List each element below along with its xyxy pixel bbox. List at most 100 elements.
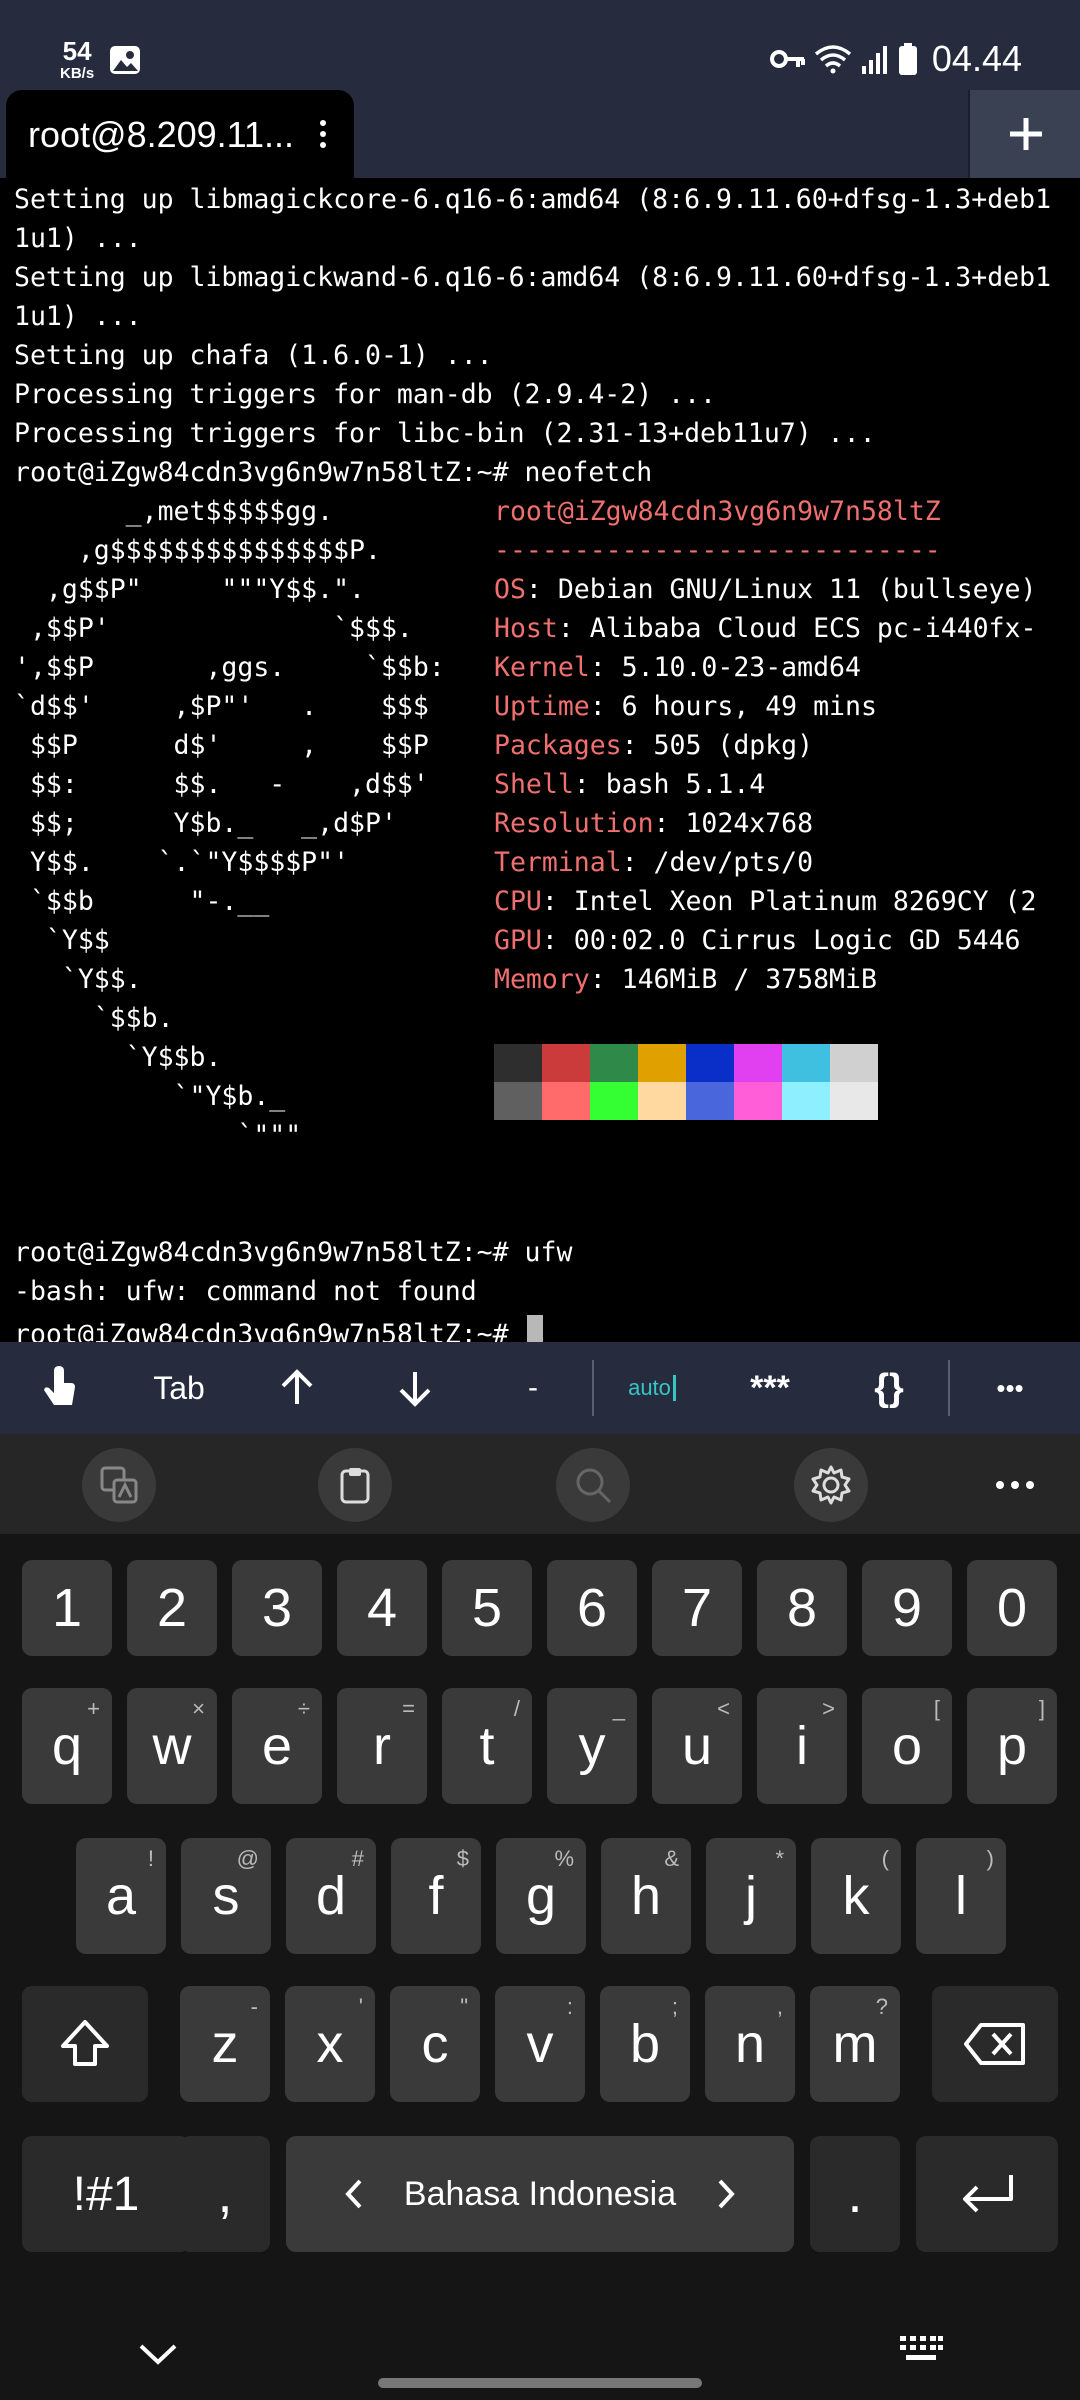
- key-label: h: [630, 1866, 662, 1926]
- tab-menu-icon[interactable]: [320, 120, 328, 148]
- key-b[interactable]: b;: [600, 1986, 690, 2102]
- key-label: o: [891, 1716, 923, 1776]
- comma-key[interactable]: ,: [180, 2136, 270, 2252]
- key-o[interactable]: o[: [862, 1688, 952, 1804]
- key-label: z: [211, 2014, 239, 2074]
- dash-key[interactable]: -: [474, 1342, 592, 1434]
- debian-logo-line: `Y$$b.: [14, 1042, 222, 1073]
- key-e[interactable]: e ÷: [232, 1688, 322, 1804]
- auto-key[interactable]: auto: [594, 1342, 710, 1434]
- key-u[interactable]: u <: [652, 1688, 742, 1804]
- key-a[interactable]: a!: [76, 1838, 166, 1954]
- debian-logo-line: _,met$$$$$gg.: [14, 496, 334, 527]
- terminal-line: root@iZgw84cdn3vg6n9w7n58ltZ:~# neofetch: [14, 457, 653, 488]
- key-s[interactable]: s @: [181, 1838, 271, 1954]
- period-key[interactable]: .: [810, 2136, 900, 2252]
- keyboard-more-button[interactable]: [994, 1470, 1036, 1500]
- color-swatch: [542, 1044, 590, 1082]
- key-3[interactable]: 3: [232, 1560, 322, 1656]
- key-secondary-label: #: [351, 1846, 364, 1871]
- chevron-left-icon: [345, 2179, 362, 2209]
- info-row: Memory: 146MiB / 3758MiB: [494, 964, 877, 995]
- info-row: Uptime: 6 hours, 49 mins: [494, 691, 877, 722]
- gesture-nav-handle[interactable]: [378, 2378, 702, 2388]
- debian-logo-line: `$$b "-.__: [14, 886, 270, 917]
- key-9[interactable]: 9: [862, 1560, 952, 1656]
- on-screen-keyboard: 1234567890 q + w × e ÷ r = t / y _ u < i > o[p] a! s @ d # f $…: [0, 1534, 1080, 2400]
- new-tab-button[interactable]: [968, 90, 1080, 178]
- key-y[interactable]: y _: [547, 1688, 637, 1804]
- key-p[interactable]: p]: [967, 1688, 1057, 1804]
- key-x[interactable]: x ': [285, 1986, 375, 2102]
- wifi-icon: [814, 45, 852, 74]
- key-t[interactable]: t /: [442, 1688, 532, 1804]
- info-value: : 146MiB / 3758MiB: [589, 964, 877, 995]
- debian-logo-line: `Y$$.: [14, 964, 142, 995]
- session-tab[interactable]: root@8.209.11...: [6, 90, 354, 178]
- chevron-down-icon: [139, 2344, 177, 2365]
- hide-keyboard-button[interactable]: [138, 2342, 178, 2371]
- info-row: Resolution: 1024x768: [494, 808, 813, 839]
- color-swatch: [734, 1082, 782, 1120]
- key-secondary-label: ": [460, 1994, 468, 2019]
- key-1[interactable]: 1: [22, 1560, 112, 1656]
- key-w[interactable]: w ×: [127, 1688, 217, 1804]
- tab-key[interactable]: Tab: [120, 1342, 238, 1434]
- key-2[interactable]: 2: [127, 1560, 217, 1656]
- session-tab-bar: root@8.209.11...: [0, 90, 1080, 178]
- info-value: : /dev/pts/0: [621, 847, 814, 878]
- info-value: : 1024x768: [653, 808, 814, 839]
- key-0[interactable]: 0: [967, 1560, 1057, 1656]
- key-k[interactable]: k(: [811, 1838, 901, 1954]
- shift-key[interactable]: [22, 1986, 148, 2102]
- settings-button[interactable]: [794, 1448, 868, 1522]
- touch-mode-button[interactable]: [0, 1342, 120, 1434]
- key-g[interactable]: g%: [496, 1838, 586, 1954]
- backspace-key[interactable]: [932, 1986, 1058, 2102]
- key-n[interactable]: n,: [705, 1986, 795, 2102]
- key-v[interactable]: v:: [495, 1986, 585, 2102]
- braces-key[interactable]: {}: [830, 1342, 948, 1434]
- info-row: CPU: Intel Xeon Platinum 8269CY (2: [494, 886, 1036, 917]
- key-7[interactable]: 7: [652, 1560, 742, 1656]
- key-secondary-label: $: [456, 1846, 469, 1871]
- key-5[interactable]: 5: [442, 1560, 532, 1656]
- key-i[interactable]: i >: [757, 1688, 847, 1804]
- debian-logo-line: ,g$$$$$$$$$$$$$$$P.: [14, 535, 381, 566]
- key-r[interactable]: r =: [337, 1688, 427, 1804]
- arrow-up-icon: [281, 1369, 313, 1404]
- enter-key[interactable]: [916, 2136, 1058, 2252]
- key-label: 3: [261, 1578, 293, 1638]
- translate-button[interactable]: [82, 1448, 156, 1522]
- key-label: y: [578, 1716, 606, 1776]
- more-keys-button[interactable]: •••: [950, 1342, 1070, 1434]
- key-f[interactable]: f $: [391, 1838, 481, 1954]
- terminal-output[interactable]: Setting up libmagickcore-6.q16-6:amd64 (…: [0, 178, 1080, 1350]
- key-d[interactable]: d #: [286, 1838, 376, 1954]
- key-z[interactable]: z-: [180, 1986, 270, 2102]
- color-palette-top: [494, 1044, 878, 1082]
- key-c[interactable]: c ": [390, 1986, 480, 2102]
- space-bar[interactable]: Bahasa Indonesia: [286, 2136, 794, 2252]
- arrow-up-key[interactable]: [238, 1342, 356, 1434]
- clipboard-button[interactable]: [318, 1448, 392, 1522]
- info-key: Shell: [494, 769, 574, 800]
- key-h[interactable]: h &: [601, 1838, 691, 1954]
- arrow-down-key[interactable]: [356, 1342, 474, 1434]
- key-m[interactable]: m?: [810, 1986, 900, 2102]
- network-speed-unit: KB/s: [60, 65, 95, 82]
- color-swatch: [686, 1082, 734, 1120]
- search-button[interactable]: [556, 1448, 630, 1522]
- key-6[interactable]: 6: [547, 1560, 637, 1656]
- keyboard-switch-button[interactable]: [898, 2334, 944, 2369]
- symbols-key[interactable]: !#1: [22, 2136, 190, 2252]
- color-swatch: [830, 1044, 878, 1082]
- key-4[interactable]: 4: [337, 1560, 427, 1656]
- info-key: Host: [494, 613, 558, 644]
- key-q[interactable]: q +: [22, 1688, 112, 1804]
- key-secondary-label: *: [775, 1846, 784, 1871]
- key-l[interactable]: l): [916, 1838, 1006, 1954]
- password-key[interactable]: ***: [710, 1342, 830, 1434]
- key-j[interactable]: j *: [706, 1838, 796, 1954]
- key-8[interactable]: 8: [757, 1560, 847, 1656]
